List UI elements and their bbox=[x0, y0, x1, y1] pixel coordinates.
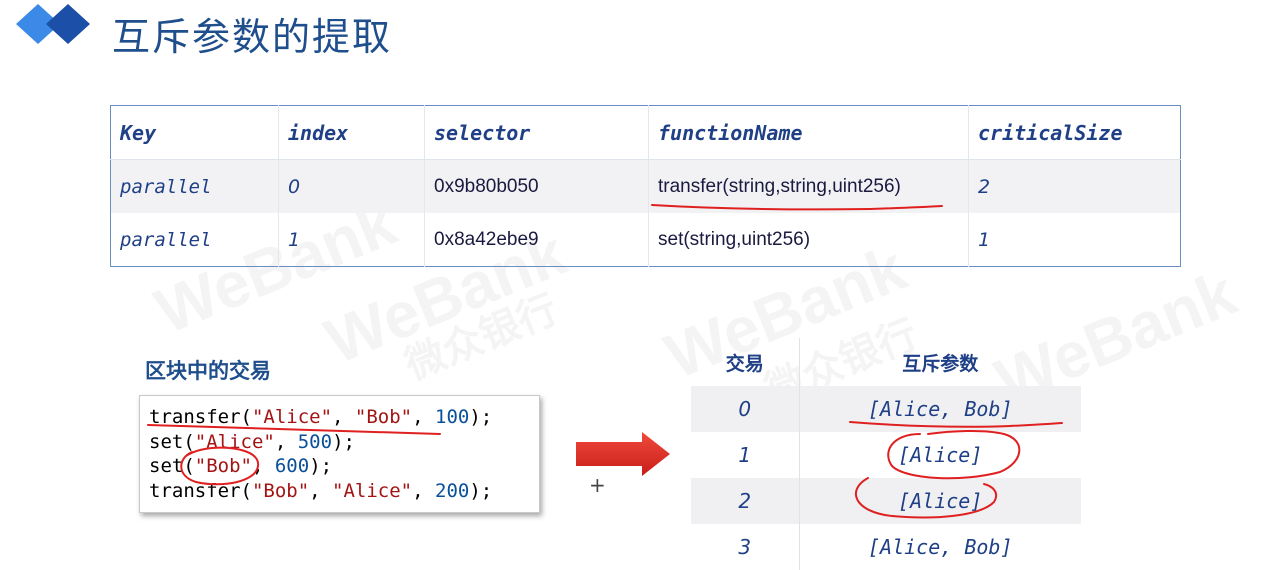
cell-transaction-index: 1 bbox=[738, 443, 752, 467]
table-row: 2 [Alice] bbox=[691, 478, 1081, 524]
code-line: transfer("Alice", "Bob", 100); bbox=[149, 406, 493, 428]
cell-selector: 0x9b80b050 bbox=[424, 159, 649, 213]
table-row: 0 [Alice, Bob] bbox=[691, 386, 1081, 432]
cell-key: parallel bbox=[110, 159, 279, 213]
table-row: parallel 0 0x9b80b050 transfer(string,st… bbox=[110, 159, 1181, 213]
page-title: 互斥参数的提取 bbox=[112, 15, 393, 59]
cell-function-name: set(string,uint256) bbox=[648, 213, 969, 267]
cell-function-name: transfer(string,string,uint256) bbox=[648, 159, 969, 213]
column-header-index: index bbox=[278, 105, 425, 160]
column-header-critical-size: criticalSize bbox=[968, 105, 1181, 160]
table-header-row: 交易 互斥参数 bbox=[691, 338, 1081, 386]
code-block: transfer("Alice", "Bob", 100); set("Alic… bbox=[139, 395, 540, 513]
column-header-selector: selector bbox=[424, 105, 649, 160]
cell-critical-size: 2 bbox=[968, 159, 1181, 213]
cell-mutex-params: [Alice, Bob] bbox=[798, 386, 1081, 432]
table-row: 1 [Alice] bbox=[691, 432, 1081, 478]
cell-selector: 0x8a42ebe9 bbox=[424, 213, 649, 267]
cell-transaction-index: 3 bbox=[738, 535, 752, 559]
parallel-config-table: Key index selector functionName critical… bbox=[110, 105, 1181, 267]
slide: 互斥参数的提取 WeBank WeBank WeBank WeBank 微众银行… bbox=[0, 0, 1261, 570]
cell-mutex-params: [Alice] bbox=[798, 478, 1081, 524]
column-header-mutex-params: 互斥参数 bbox=[798, 338, 1081, 386]
watermark-cn: 微众银行 bbox=[399, 287, 564, 389]
cursor-crosshair-icon: + bbox=[589, 473, 606, 497]
right-arrow-icon bbox=[576, 432, 670, 476]
column-header-key: Key bbox=[110, 105, 279, 160]
cell-index: 0 bbox=[278, 159, 425, 213]
column-header-transaction: 交易 bbox=[725, 352, 764, 375]
cell-transaction-index: 2 bbox=[691, 478, 799, 524]
cell-index: 1 bbox=[278, 213, 425, 267]
code-line: transfer("Bob", "Alice", 200); bbox=[149, 479, 493, 502]
column-header-function-name: functionName bbox=[648, 105, 969, 160]
diamond-logo-icon bbox=[16, 4, 90, 44]
table-row: parallel 1 0x8a42ebe9 set(string,uint256… bbox=[111, 213, 1181, 267]
cell-mutex-params: [Alice, Bob] bbox=[798, 524, 1081, 570]
cell-transaction-index: 0 bbox=[691, 386, 799, 432]
mutex-params-table: 交易 互斥参数 0 [Alice, Bob] 1 [Alice] 2 [Alic… bbox=[691, 338, 1081, 570]
section-label-block-transactions: 区块中的交易 bbox=[145, 359, 271, 383]
cell-mutex-params: [Alice] bbox=[798, 432, 1081, 478]
code-line: set("Bob", 600); bbox=[149, 455, 333, 477]
code-line: set("Alice", 500); bbox=[149, 430, 355, 453]
table-row: 3 [Alice, Bob] bbox=[691, 524, 1081, 570]
table-header-row: Key index selector functionName critical… bbox=[110, 105, 1181, 160]
cell-key: parallel bbox=[120, 228, 212, 251]
cell-critical-size: 1 bbox=[968, 213, 1181, 267]
